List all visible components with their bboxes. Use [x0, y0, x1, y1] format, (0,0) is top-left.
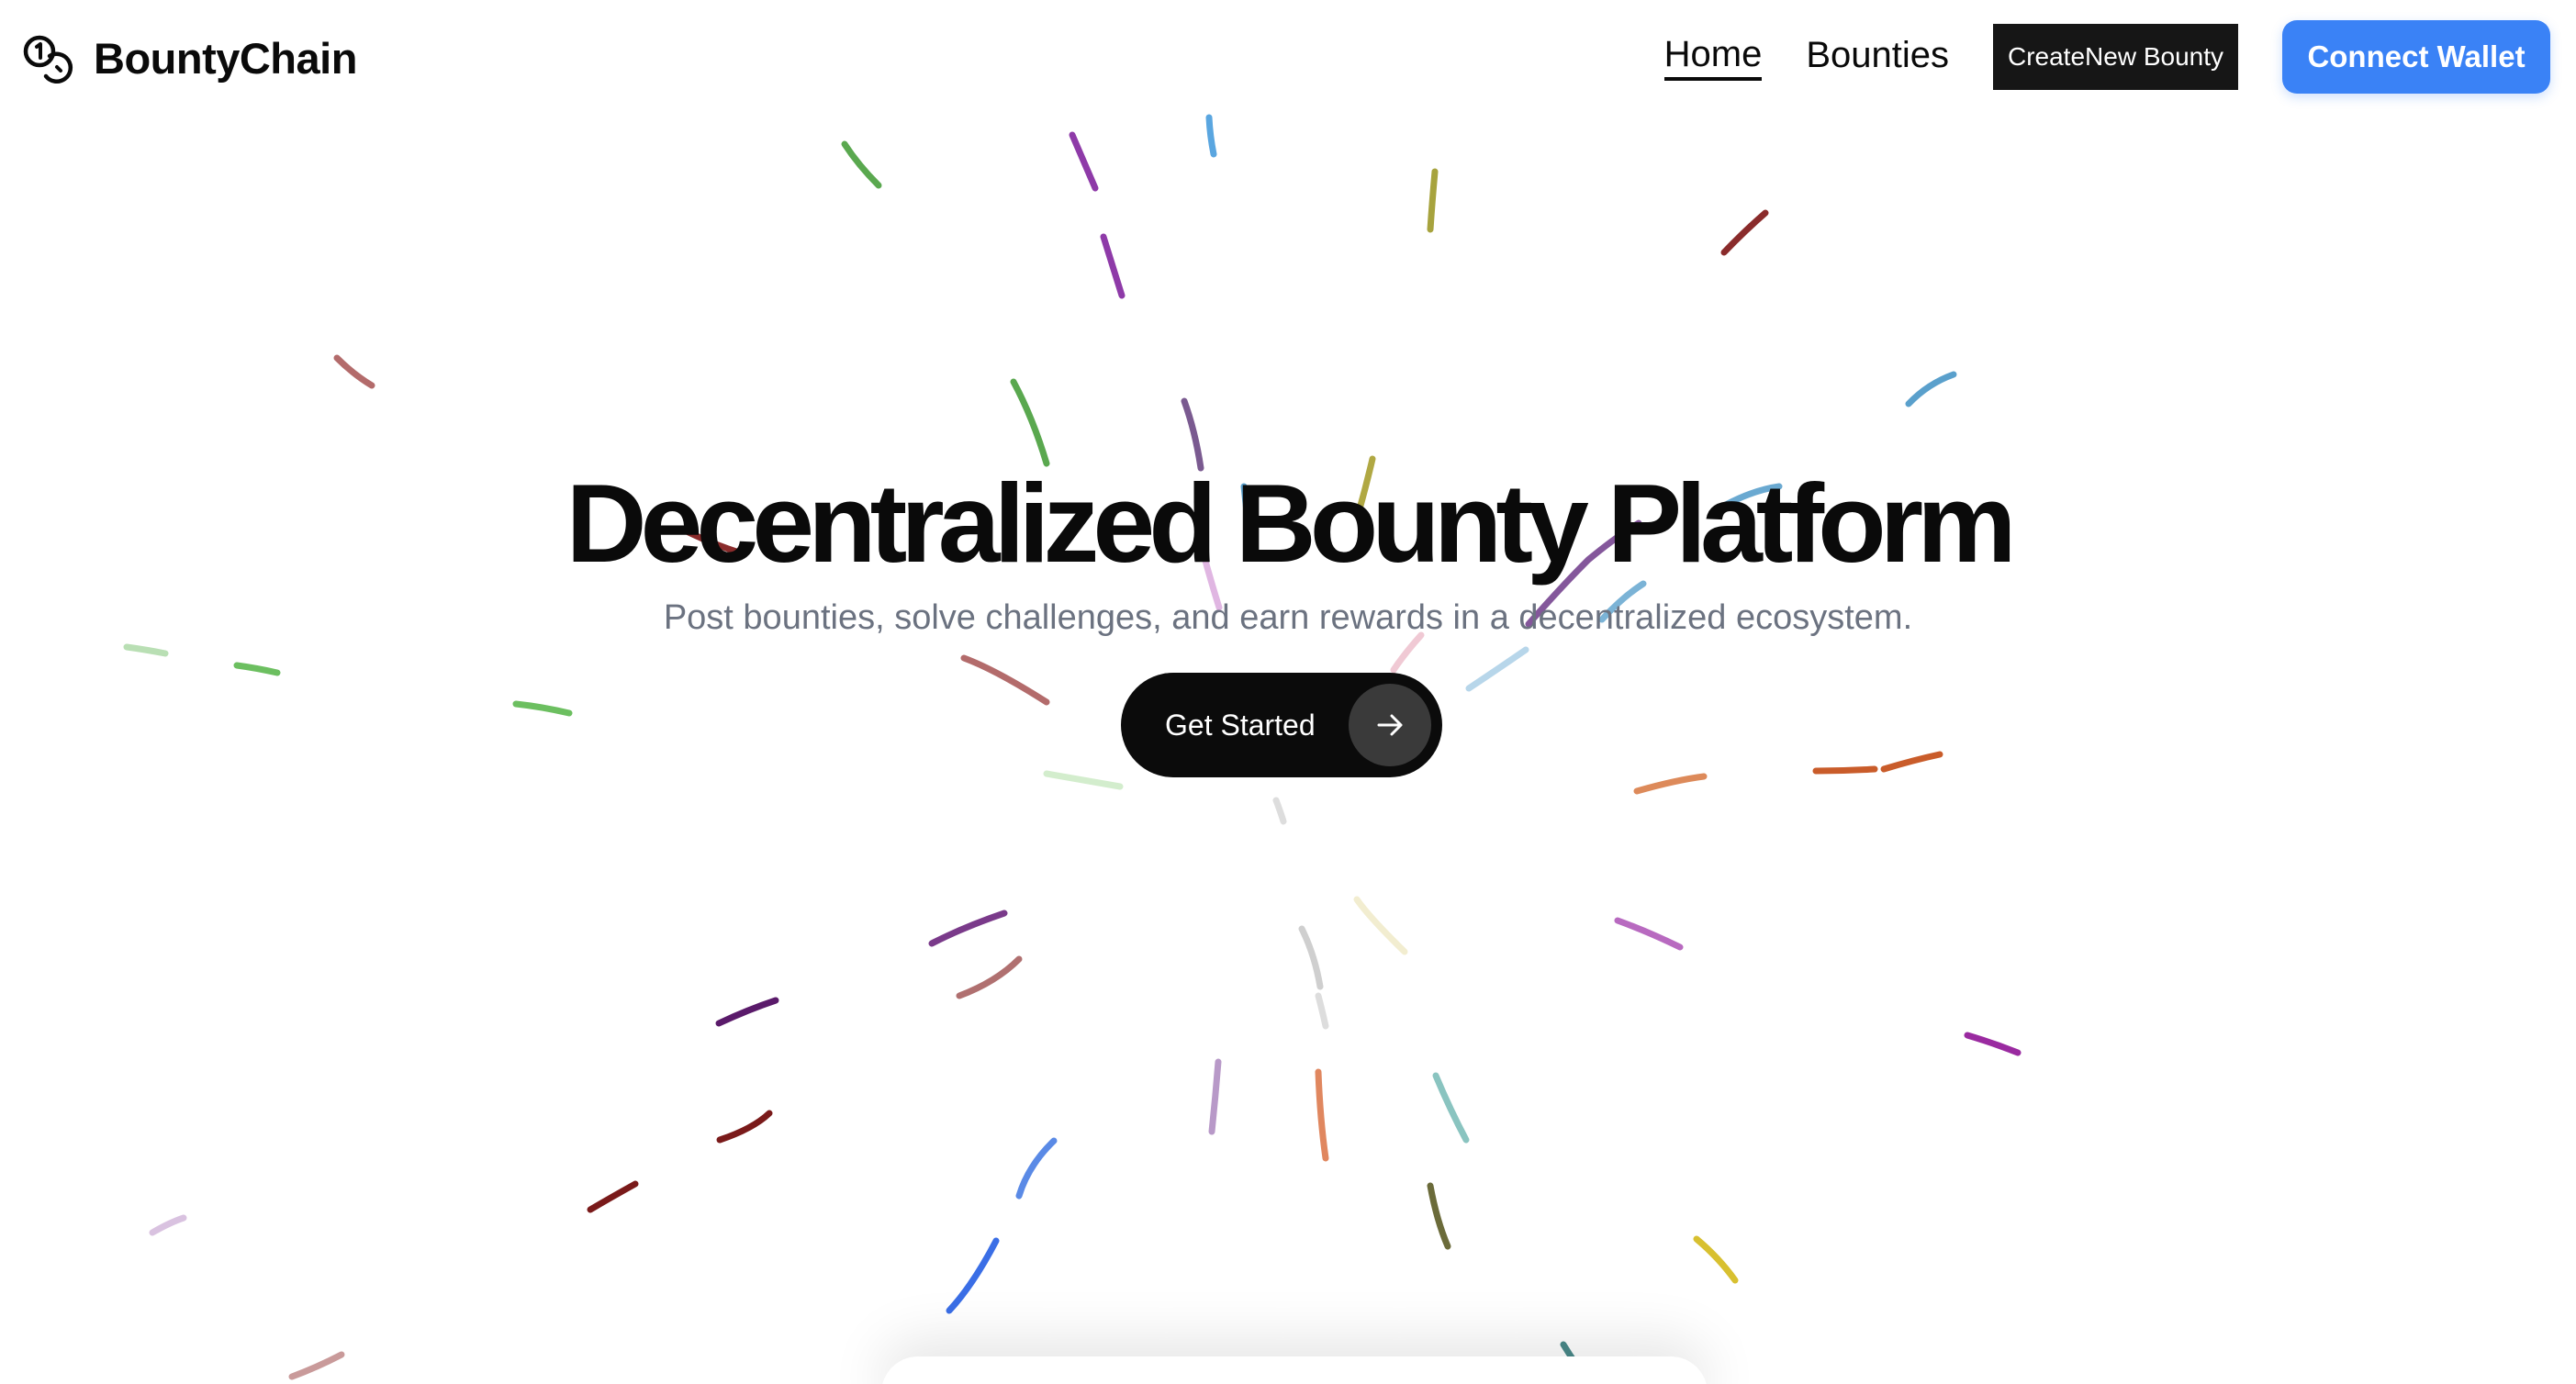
confetti-streak	[1015, 1137, 1058, 1200]
confetti-streak	[587, 1180, 639, 1213]
confetti-streak	[1069, 131, 1099, 192]
get-started-label: Get Started	[1165, 708, 1316, 742]
confetti-streak	[946, 1237, 1000, 1314]
confetti-streak	[1315, 1068, 1329, 1162]
hero-title: Decentralized Bounty Platform	[566, 461, 2016, 586]
logo[interactable]: BountyChain	[18, 26, 357, 90]
confetti-streak	[1465, 646, 1529, 692]
main-nav: Home Bounties CreateNew Bounty Connect W…	[1663, 18, 2550, 95]
arrow-right-icon	[1349, 684, 1431, 766]
content-card-peek	[881, 1356, 1708, 1384]
confetti-streak	[1272, 797, 1287, 825]
top-navbar: BountyChain Home Bounties CreateNew Boun…	[0, 0, 2576, 119]
confetti-streak	[928, 910, 1008, 947]
confetti-streak	[715, 997, 779, 1027]
confetti-streak	[1693, 1235, 1739, 1284]
confetti-streak	[1010, 378, 1050, 467]
confetti-streak	[1298, 925, 1324, 990]
confetti-streak	[1205, 114, 1217, 158]
confetti-streak	[1905, 371, 1957, 407]
confetti-streak	[960, 654, 1050, 706]
confetti-streak	[1633, 773, 1708, 795]
confetti-streak	[1427, 168, 1439, 233]
confetti-streak	[1315, 992, 1329, 1030]
confetti-streak	[1432, 1072, 1470, 1144]
confetti-streak	[123, 643, 169, 657]
confetti-streak	[233, 662, 281, 676]
confetti-streak	[333, 354, 375, 389]
confetti-streak	[288, 1351, 345, 1380]
confetti-streak	[1720, 209, 1769, 256]
confetti-streak	[1208, 1058, 1222, 1135]
coins-icon	[18, 28, 77, 87]
app-root: BountyChain Home Bounties CreateNew Boun…	[0, 0, 2576, 1384]
confetti-streak	[1614, 917, 1684, 951]
nav-home-link[interactable]: Home	[1663, 34, 1763, 81]
connect-wallet-button[interactable]: Connect Wallet	[2282, 20, 2550, 94]
logo-text: BountyChain	[94, 33, 357, 83]
confetti-streak	[1100, 233, 1126, 299]
confetti-streak	[512, 700, 573, 717]
confetti-streak	[1353, 896, 1408, 955]
hero-subtitle: Post bounties, solve challenges, and ear…	[663, 598, 1913, 637]
get-started-button[interactable]: Get Started	[1121, 673, 1442, 777]
confetti-streak	[149, 1214, 187, 1236]
confetti-streak	[1964, 1032, 2022, 1056]
confetti-streak	[841, 140, 882, 189]
confetti-streak	[716, 1110, 773, 1144]
confetti-streak	[1880, 751, 1943, 773]
confetti-streak	[956, 955, 1023, 999]
create-bounty-button[interactable]: CreateNew Bounty	[1992, 24, 2238, 90]
confetti-streak	[1390, 631, 1425, 674]
nav-bounties-link[interactable]: Bounties	[1806, 35, 1949, 80]
confetti-streak	[1812, 765, 1878, 775]
confetti-streak	[1043, 770, 1124, 790]
confetti-streak	[1427, 1182, 1451, 1250]
